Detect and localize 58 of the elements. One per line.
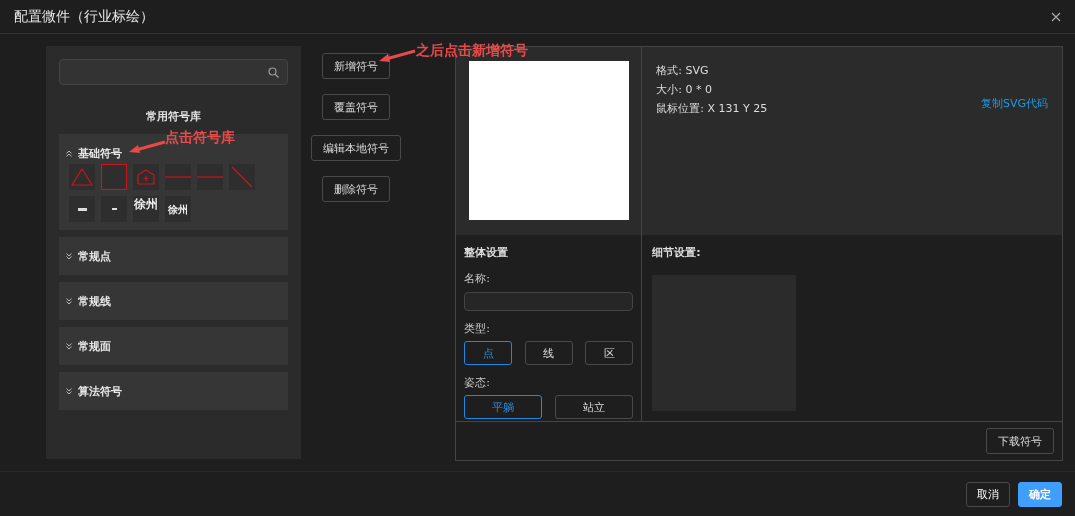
symbol-tile[interactable]	[101, 164, 127, 190]
type-button[interactable]: 区	[585, 341, 634, 365]
action-button[interactable]: 覆盖符号	[321, 94, 390, 120]
info-text: 大小: 0 * 0	[656, 82, 712, 97]
house-icon	[137, 169, 155, 185]
symbol-tile[interactable]	[69, 164, 95, 190]
detail-title: 细节设置:	[652, 245, 702, 260]
annotation-text: 点击符号库	[165, 129, 235, 147]
field-label: 名称:	[464, 271, 491, 286]
expand-icon[interactable]	[66, 342, 72, 350]
dialog-title: 配置微件（行业标绘）	[14, 7, 154, 26]
type-button[interactable]: 点	[464, 341, 513, 365]
symbol-tile[interactable]	[229, 164, 255, 190]
triangle-icon	[71, 168, 93, 186]
collapse-icon[interactable]	[66, 149, 72, 157]
diagonal-line-icon	[231, 166, 253, 188]
expand-icon[interactable]	[66, 387, 72, 395]
symbol-tile[interactable]	[101, 196, 127, 222]
pose-button[interactable]: 站立	[555, 395, 634, 419]
action-button[interactable]: 编辑本地符号	[310, 135, 401, 161]
type-button[interactable]: 线	[524, 341, 573, 365]
cancel-button[interactable]: 取消	[966, 481, 1010, 507]
annotation-arrow	[378, 49, 416, 63]
group-label[interactable]: 算法符号	[78, 383, 122, 399]
group-label[interactable]: 基础符号	[78, 145, 122, 161]
symbol-tile[interactable]: 徐州	[165, 196, 191, 222]
settings-title: 整体设置	[464, 245, 510, 260]
symbol-tile[interactable]: 徐州	[133, 196, 159, 222]
symbol-tile[interactable]	[197, 164, 223, 190]
expand-icon[interactable]	[66, 297, 72, 305]
tiny-label-icon	[77, 207, 87, 211]
field-label: 类型:	[464, 321, 491, 336]
dash-icon	[111, 208, 117, 210]
info-text: 格式: SVG	[656, 63, 709, 78]
close-icon[interactable]	[1051, 11, 1061, 22]
annotation-text: 之后点击新增符号	[416, 42, 528, 60]
download-button[interactable]: 下载符号	[986, 428, 1054, 454]
library-title: 常用符号库	[144, 109, 202, 124]
field-label: 姿态:	[464, 375, 491, 390]
line-icon	[165, 176, 191, 178]
group-label[interactable]: 常规面	[78, 338, 111, 354]
group-label[interactable]: 常规点	[78, 248, 111, 264]
symbol-label: 徐州	[134, 196, 158, 213]
search-field[interactable]	[59, 59, 288, 85]
copy-svg-link[interactable]: 复制SVG代码	[980, 96, 1048, 111]
action-button[interactable]: 删除符号	[321, 176, 390, 202]
info-text: 鼠标位置: X 131 Y 25	[656, 101, 768, 116]
expand-icon[interactable]	[66, 252, 72, 260]
symbol-tile[interactable]	[165, 164, 191, 190]
group-label[interactable]: 常规线	[78, 293, 111, 309]
pose-button[interactable]: 平躺	[464, 395, 543, 419]
annotation-arrow	[128, 140, 166, 154]
symbol-label: 徐州	[168, 203, 188, 217]
line-icon	[197, 176, 223, 178]
name-field[interactable]	[464, 292, 634, 311]
search-icon[interactable]	[267, 66, 279, 78]
symbol-tile[interactable]	[69, 196, 95, 222]
symbol-tile[interactable]	[133, 164, 159, 190]
